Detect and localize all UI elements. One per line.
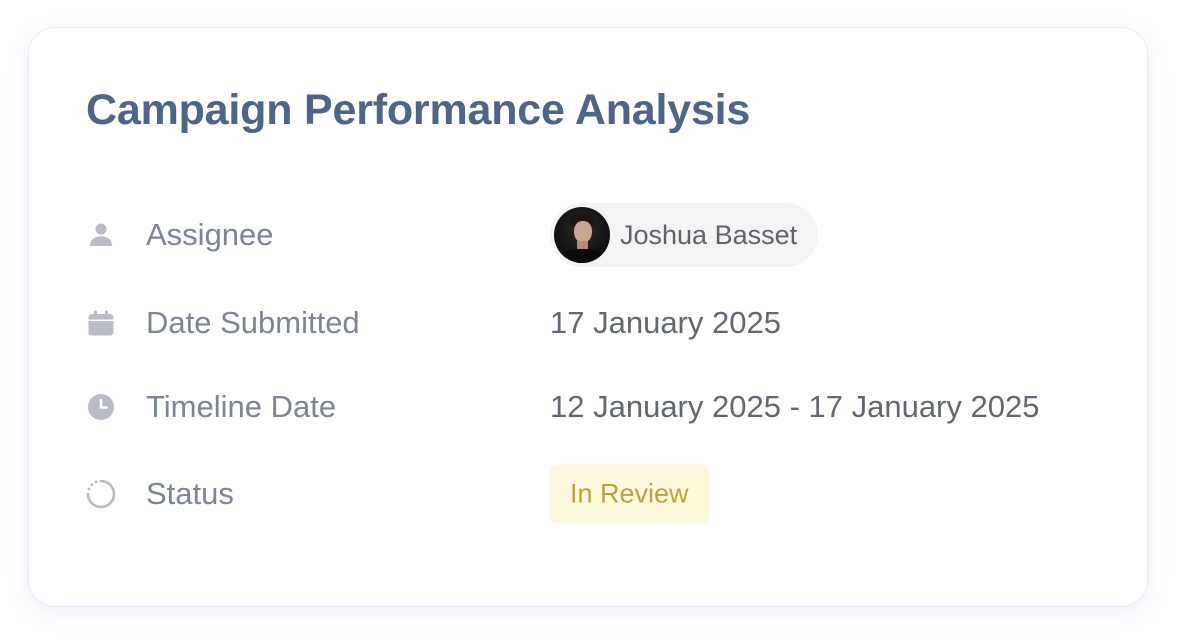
assignee-label: Assignee — [146, 217, 274, 252]
task-detail-card: Campaign Performance Analysis Assignee J… — [29, 28, 1147, 606]
card-title: Campaign Performance Analysis — [86, 86, 751, 134]
assignee-row: Assignee Joshua Basset — [29, 202, 1147, 268]
timeline-date-label: Timeline Date — [146, 389, 337, 424]
timeline-date-row: Timeline Date 12 January 2025 - 17 Janua… — [29, 374, 1147, 440]
assignee-name: Joshua Basset — [620, 219, 798, 250]
status-badge[interactable]: In Review — [550, 464, 709, 524]
clock-icon — [85, 391, 117, 423]
spinner-icon — [85, 478, 117, 510]
status-row: Status In Review — [29, 461, 1147, 527]
person-icon — [85, 219, 117, 251]
assignee-chip[interactable]: Joshua Basset — [550, 203, 819, 267]
date-submitted-label: Date Submitted — [146, 305, 360, 340]
timeline-date-value: 12 January 2025 - 17 January 2025 — [550, 389, 1040, 424]
date-submitted-value: 17 January 2025 — [550, 305, 781, 340]
date-submitted-row: Date Submitted 17 January 2025 — [29, 290, 1147, 356]
status-label: Status — [146, 476, 234, 511]
avatar — [554, 207, 610, 263]
calendar-icon — [85, 307, 117, 339]
